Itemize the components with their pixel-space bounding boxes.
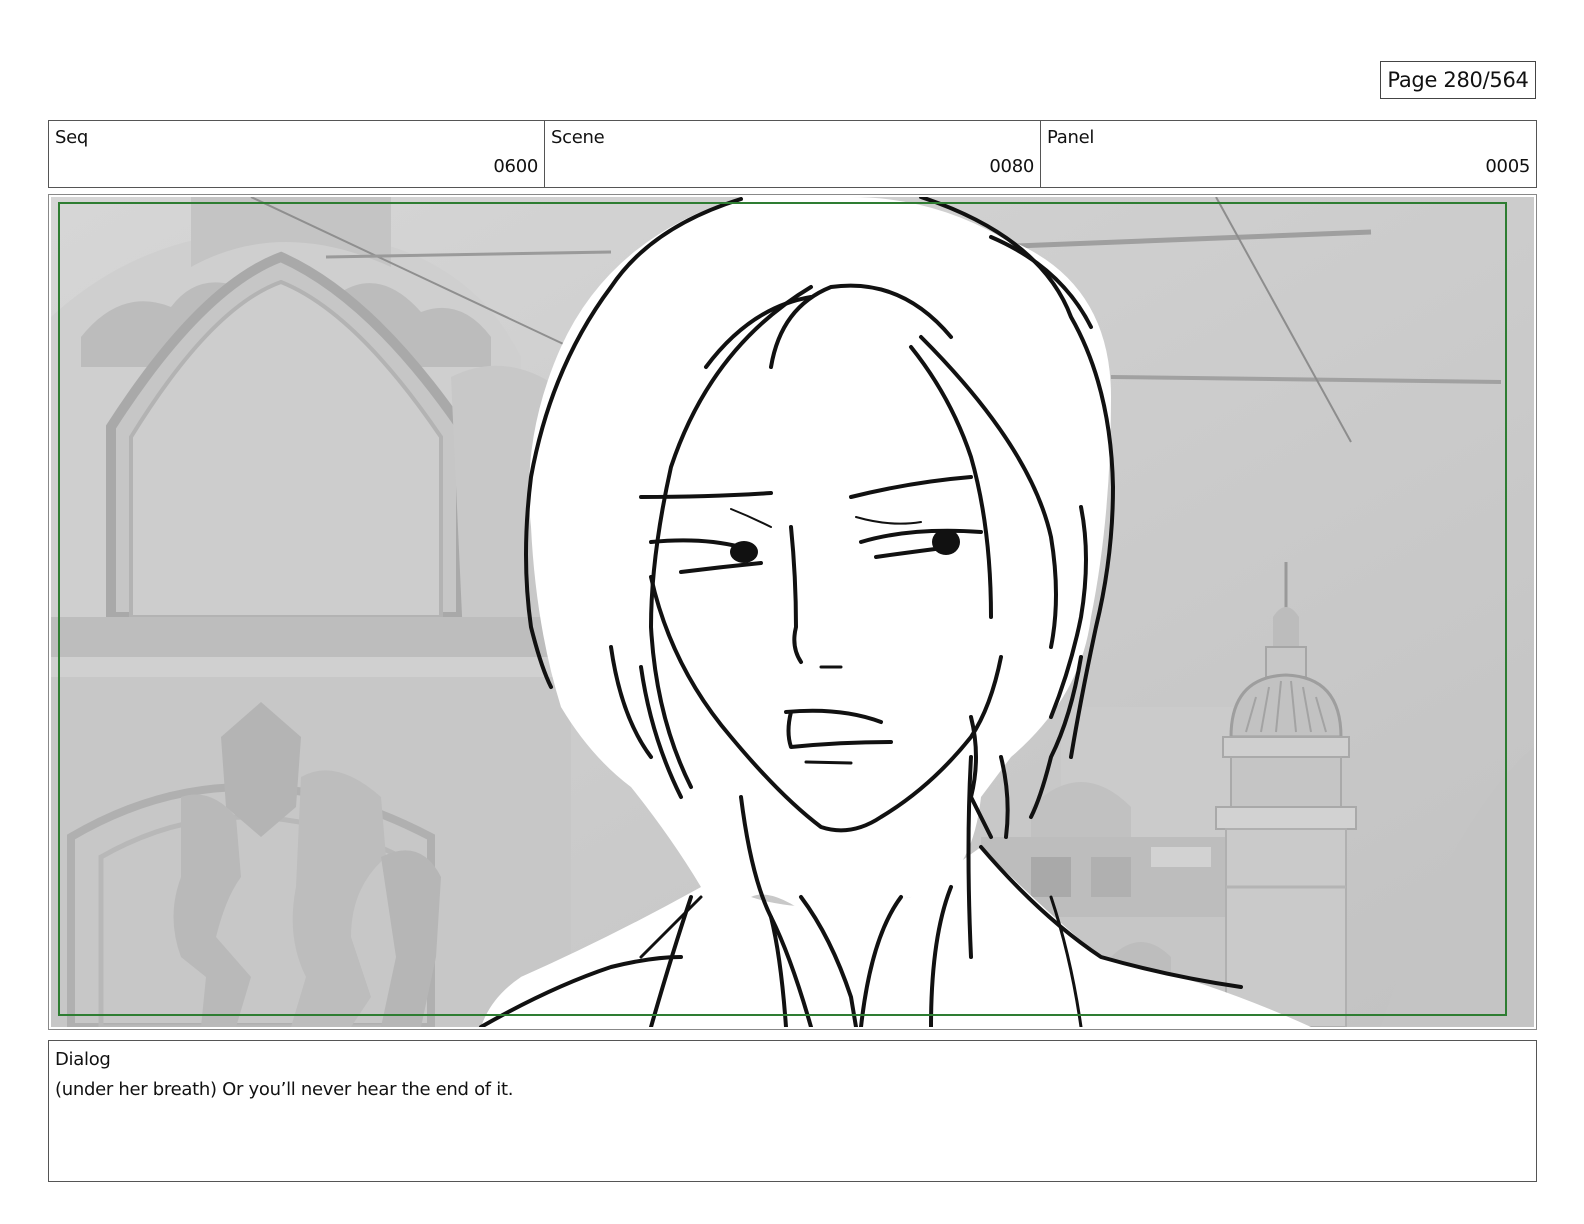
panel-cell: Panel 0005: [1041, 121, 1536, 187]
scene-cell: Scene 0080: [545, 121, 1041, 187]
panel-illustration: [51, 197, 1534, 1027]
scene-label: Scene: [551, 127, 605, 148]
panel-value: 0005: [1485, 156, 1530, 177]
storyboard-panel-image: [48, 194, 1537, 1030]
page-number: Page 280/564: [1380, 61, 1536, 99]
storyboard-header: Seq 0600 Scene 0080 Panel 0005: [48, 120, 1537, 188]
dialog-box: Dialog (under her breath) Or you’ll neve…: [48, 1040, 1537, 1182]
dialog-label: Dialog: [55, 1049, 111, 1070]
seq-cell: Seq 0600: [49, 121, 545, 187]
seq-label: Seq: [55, 127, 89, 148]
seq-value: 0600: [493, 156, 538, 177]
dialog-text: (under her breath) Or you’ll never hear …: [55, 1079, 514, 1100]
scene-value: 0080: [989, 156, 1034, 177]
panel-label: Panel: [1047, 127, 1095, 148]
